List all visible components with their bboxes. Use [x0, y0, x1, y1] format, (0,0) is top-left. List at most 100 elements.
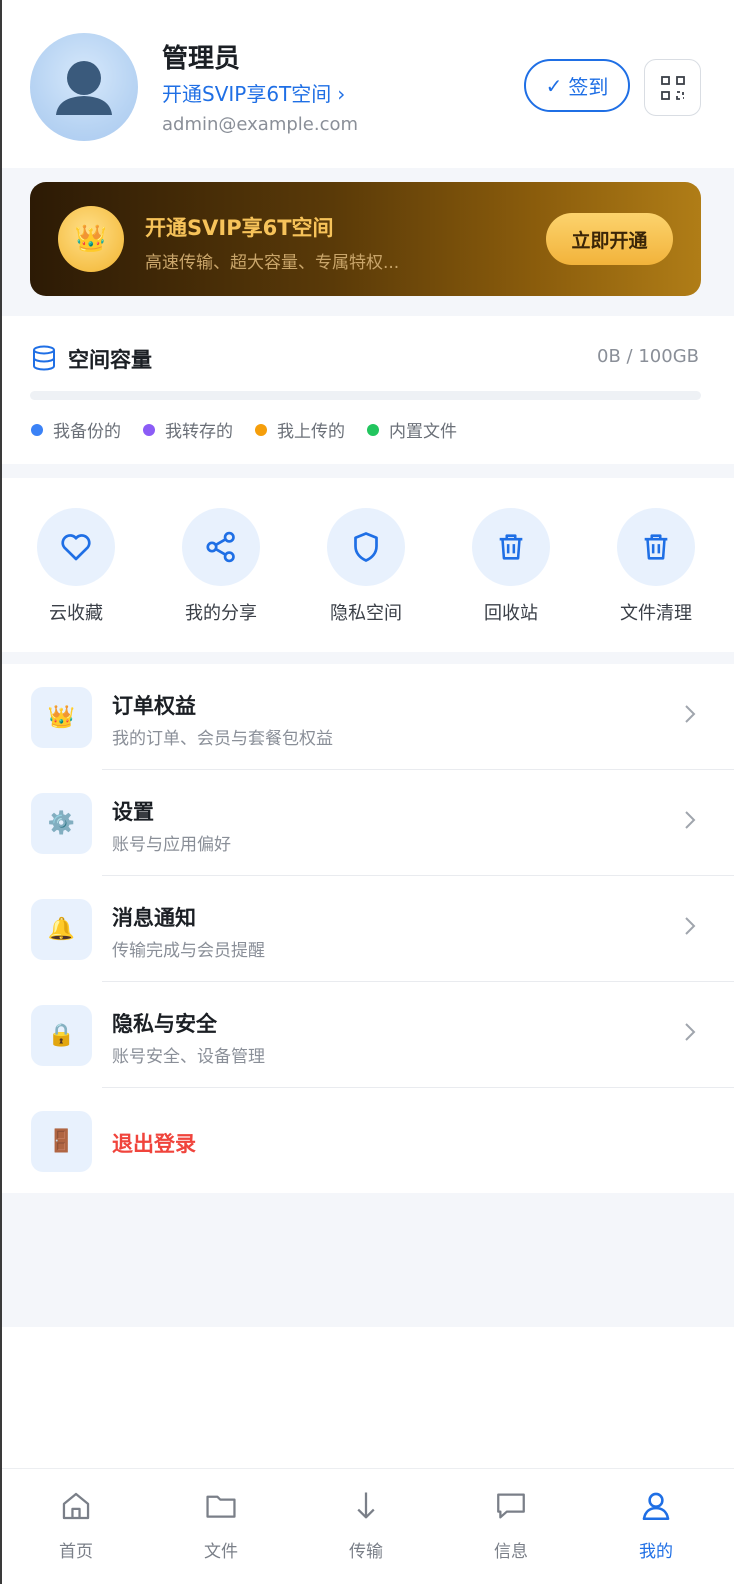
crown-icon: 👑: [31, 687, 92, 748]
tab-label: 首页: [59, 1542, 93, 1562]
legend-dot: [255, 423, 267, 436]
legend-item: 我备份的: [31, 417, 121, 442]
section-separator: [2, 652, 734, 664]
tab-me[interactable]: 我的: [611, 1487, 701, 1562]
storage-title: 空间容量: [68, 348, 152, 372]
svip-link-label: 开通SVIP享6T空间: [162, 82, 332, 106]
legend-label: 我备份的: [53, 422, 121, 442]
banner-title: 开通SVIP享6T空间: [145, 216, 334, 240]
menu-item-logout[interactable]: 🚪 退出登录: [2, 1088, 734, 1194]
legend-label: 我上传的: [277, 422, 345, 442]
trash-icon: [644, 534, 668, 560]
settings-menu: 👑 订单权益 我的订单、会员与套餐包权益 ⚙️ 设置 账号与应用偏好 🔔 消息通…: [2, 664, 734, 1194]
home-icon: [62, 1492, 90, 1520]
tab-label: 传输: [349, 1542, 383, 1562]
message-icon: [497, 1493, 525, 1519]
quick-action-label: 回收站: [484, 603, 538, 624]
quick-action-label: 云收藏: [49, 603, 103, 624]
user-email: admin@example.com: [162, 114, 359, 135]
legend-label: 内置文件: [389, 422, 457, 442]
sign-in-button[interactable]: ✓ 签到: [524, 59, 630, 112]
chevron-right-icon: [685, 811, 696, 829]
menu-item-subtitle: 账号安全、设备管理: [112, 1047, 265, 1067]
quick-action-label: 隐私空间: [330, 603, 402, 624]
quick-action-icon-bg: [327, 508, 405, 586]
tab-icon-wrap: [466, 1487, 556, 1525]
menu-item-privacy-security[interactable]: 🔒 隐私与安全 账号安全、设备管理: [2, 982, 734, 1088]
storage-progress-bar: [30, 391, 701, 400]
menu-item-title: 设置: [112, 800, 154, 824]
user-silhouette-icon: [56, 61, 112, 115]
door-icon: 🚪: [31, 1111, 92, 1172]
quick-action-file-cleanup[interactable]: 文件清理: [596, 508, 716, 625]
download-arrow-icon: [357, 1492, 375, 1519]
share-icon: [206, 531, 235, 563]
storage-usage: 0B / 100GB: [597, 346, 699, 367]
check-icon: ✓: [545, 73, 563, 98]
crown-icon: 👑: [58, 206, 124, 272]
quick-action-label: 我的分享: [185, 603, 257, 624]
tab-label: 文件: [204, 1542, 238, 1562]
menu-item-subtitle: 账号与应用偏好: [112, 835, 231, 855]
chevron-right-icon: [685, 705, 696, 723]
trash-icon: [499, 534, 523, 560]
avatar[interactable]: [30, 33, 138, 141]
quick-action-icon-bg: [182, 508, 260, 586]
shield-icon: [354, 532, 378, 562]
storage-legend: 我备份的 我转存的 我上传的 内置文件: [31, 417, 479, 442]
menu-item-notifications[interactable]: 🔔 消息通知 传输完成与会员提醒: [2, 876, 734, 982]
lock-icon: 🔒: [31, 1005, 92, 1066]
sign-in-label: 签到: [568, 75, 609, 99]
user-name: 管理员: [162, 44, 241, 74]
banner-subtitle: 高速传输、超大容量、专属特权...: [145, 253, 400, 273]
svip-upgrade-link[interactable]: 开通SVIP享6T空间 ›: [162, 78, 345, 107]
menu-item-subtitle: 我的订单、会员与套餐包权益: [112, 729, 333, 749]
legend-item: 我上传的: [255, 417, 345, 442]
quick-action-recycle-bin[interactable]: 回收站: [451, 508, 571, 625]
legend-label: 我转存的: [165, 422, 233, 442]
tab-icon-wrap: [611, 1487, 701, 1525]
quick-actions-grid: 云收藏 我的分享 隐私空间 回收站 文件清理: [2, 478, 734, 652]
legend-dot: [143, 423, 155, 436]
quick-action-label: 文件清理: [620, 603, 692, 624]
menu-item-orders[interactable]: 👑 订单权益 我的订单、会员与套餐包权益: [2, 664, 734, 770]
gear-icon: ⚙️: [31, 793, 92, 854]
chevron-right-icon: ›: [337, 82, 346, 106]
legend-item: 内置文件: [367, 417, 457, 442]
user-icon: [642, 1492, 670, 1521]
storage-section: 空间容量 0B / 100GB 我备份的 我转存的 我上传的 内置文件: [2, 316, 734, 464]
legend-dot: [31, 423, 43, 436]
tab-label: 我的: [639, 1542, 673, 1562]
menu-item-title: 隐私与安全: [112, 1012, 217, 1036]
menu-item-title: 订单权益: [112, 694, 196, 718]
tab-transfer[interactable]: 传输: [321, 1487, 411, 1562]
banner-section: 👑 开通SVIP享6T空间 高速传输、超大容量、专属特权... 立即开通: [2, 168, 734, 316]
chevron-right-icon: [685, 917, 696, 935]
bell-icon: 🔔: [31, 899, 92, 960]
quick-action-cloud-favorites[interactable]: 云收藏: [16, 508, 136, 625]
legend-dot: [367, 423, 379, 436]
scan-icon: [660, 75, 685, 100]
database-icon: [33, 345, 55, 371]
tab-messages[interactable]: 信息: [466, 1487, 556, 1562]
section-separator: [2, 464, 734, 478]
tab-label: 信息: [494, 1542, 528, 1562]
tab-icon-wrap: [31, 1487, 121, 1525]
profile-header: 管理员 开通SVIP享6T空间 › admin@example.com ✓ 签到: [2, 0, 734, 168]
logout-label: 退出登录: [112, 1132, 196, 1156]
svip-banner[interactable]: 👑 开通SVIP享6T空间 高速传输、超大容量、专属特权... 立即开通: [30, 182, 701, 296]
open-svip-button[interactable]: 立即开通: [546, 213, 673, 265]
scan-button[interactable]: [644, 59, 701, 116]
folder-icon: [206, 1495, 236, 1518]
quick-action-icon-bg: [617, 508, 695, 586]
bottom-tab-bar: 首页 文件 传输 信息 我的: [2, 1468, 734, 1584]
quick-action-private-space[interactable]: 隐私空间: [306, 508, 426, 625]
legend-item: 我转存的: [143, 417, 233, 442]
tab-home[interactable]: 首页: [31, 1487, 121, 1562]
quick-action-icon-bg: [472, 508, 550, 586]
tab-icon-wrap: [176, 1487, 266, 1525]
menu-item-settings[interactable]: ⚙️ 设置 账号与应用偏好: [2, 770, 734, 876]
quick-action-my-shares[interactable]: 我的分享: [161, 508, 281, 625]
tab-files[interactable]: 文件: [176, 1487, 266, 1562]
page-filler: [2, 1193, 734, 1327]
